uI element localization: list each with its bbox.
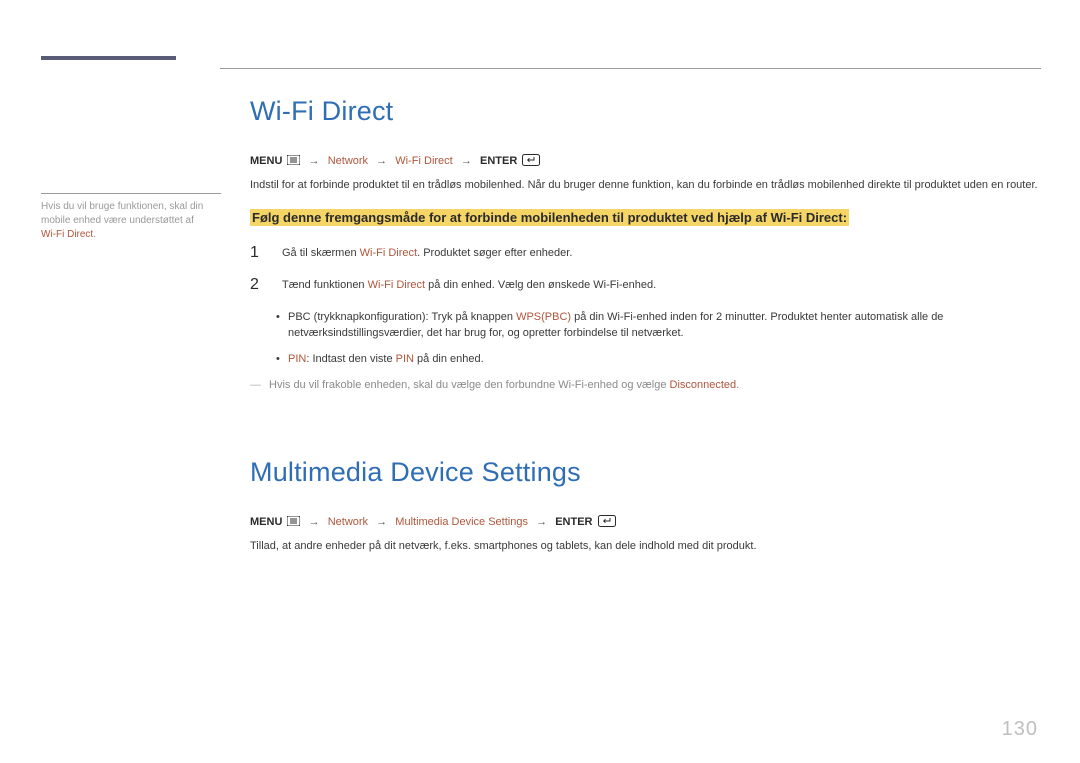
nav-network: Network <box>328 155 368 167</box>
term-pin: PIN <box>396 353 414 365</box>
wifi-step-1: 1 Gå til skærmen Wi-Fi Direct. Produktet… <box>250 245 1042 261</box>
bullet-pin: PIN: Indtast den viste PIN på din enhed. <box>276 351 1042 367</box>
nav-menu-label: MENU <box>250 516 282 528</box>
text: . <box>736 379 739 391</box>
wifi-bullets: PBC (trykknapkonfiguration): Tryk på kna… <box>250 309 1042 367</box>
text: på din enhed. Vælg den ønskede Wi-Fi-enh… <box>425 279 656 291</box>
wifi-step-2: 2 Tænd funktionen Wi-Fi Direct på din en… <box>250 277 1042 293</box>
menu-icon <box>287 155 300 165</box>
wifi-steps: 1 Gå til skærmen Wi-Fi Direct. Produktet… <box>250 245 1042 293</box>
page-number: 130 <box>1002 718 1038 741</box>
wifi-highlight-row: Følg denne fremgangsmåde for at forbinde… <box>250 207 1042 229</box>
nav-network: Network <box>328 516 368 528</box>
nav-multimedia-settings: Multimedia Device Settings <box>395 516 528 528</box>
sidebar-note-term: Wi-Fi Direct <box>41 229 93 240</box>
nav-enter-label: ENTER <box>480 155 517 167</box>
text: : Indtast den viste <box>306 353 395 365</box>
arrow-icon: → <box>371 516 392 528</box>
term-wifi-direct: Wi-Fi Direct <box>368 279 425 291</box>
header-accent-bar <box>41 56 176 60</box>
document-page: Hvis du vil bruge funktionen, skal din m… <box>0 0 1080 763</box>
term-wps-pbc: WPS(PBC) <box>516 311 571 323</box>
main-content: Wi-Fi Direct MENU → Network → Wi-Fi Dire… <box>250 96 1042 568</box>
nav-wifi-direct: Wi-Fi Direct <box>395 155 452 167</box>
sidebar-note-period: . <box>93 229 96 240</box>
term-pin: PIN <box>288 353 306 365</box>
arrow-icon: → <box>456 155 477 167</box>
arrow-icon: → <box>304 516 325 528</box>
wifi-highlight-text: Følg denne fremgangsmåde for at forbinde… <box>250 209 849 226</box>
arrow-icon: → <box>304 155 325 167</box>
nav-menu-label: MENU <box>250 155 282 167</box>
bullet-pbc: PBC (trykknapkonfiguration): Tryk på kna… <box>276 309 1042 341</box>
sidebar-note-line2: mobile enhed være understøttet af <box>41 215 194 226</box>
arrow-icon: → <box>531 516 552 528</box>
wifi-intro-text: Indstil for at forbinde produktet til en… <box>250 177 1042 193</box>
text: PBC (trykknapkonfiguration): Tryk på kna… <box>288 311 516 323</box>
text: Tænd funktionen <box>282 279 368 291</box>
breadcrumb-wifi: MENU → Network → Wi-Fi Direct → ENTER <box>250 153 1042 169</box>
breadcrumb-multimedia: MENU → Network → Multimedia Device Setti… <box>250 514 1042 530</box>
footnote-body: Hvis du vil frakoble enheden, skal du væ… <box>269 377 739 393</box>
enter-icon <box>598 515 616 527</box>
section-title-wifi-direct: Wi-Fi Direct <box>250 96 1042 127</box>
text: på din enhed. <box>414 353 484 365</box>
wifi-footnote: ― Hvis du vil frakoble enheden, skal du … <box>250 377 1042 393</box>
step-number: 2 <box>250 277 264 293</box>
menu-icon <box>287 516 300 526</box>
text: Hvis du vil frakoble enheden, skal du væ… <box>269 379 670 391</box>
term-disconnected: Disconnected <box>670 379 737 391</box>
arrow-icon: → <box>371 155 392 167</box>
text: . Produktet søger efter enheder. <box>417 247 572 259</box>
enter-icon <box>522 154 540 166</box>
step-body: Tænd funktionen Wi-Fi Direct på din enhe… <box>282 277 1042 293</box>
section-title-multimedia: Multimedia Device Settings <box>250 457 1042 488</box>
sidebar-note-line1: Hvis du vil bruge funktionen, skal din <box>41 201 203 212</box>
sidebar-note: Hvis du vil bruge funktionen, skal din m… <box>41 200 221 242</box>
dash-icon: ― <box>250 377 261 393</box>
nav-enter-label: ENTER <box>555 516 592 528</box>
text: Gå til skærmen <box>282 247 360 259</box>
step-number: 1 <box>250 245 264 261</box>
sidebar-rule <box>41 193 221 194</box>
multimedia-para: Tillad, at andre enheder på dit netværk,… <box>250 538 1042 554</box>
term-wifi-direct: Wi-Fi Direct <box>360 247 417 259</box>
step-body: Gå til skærmen Wi-Fi Direct. Produktet s… <box>282 245 1042 261</box>
header-rule <box>220 68 1041 69</box>
